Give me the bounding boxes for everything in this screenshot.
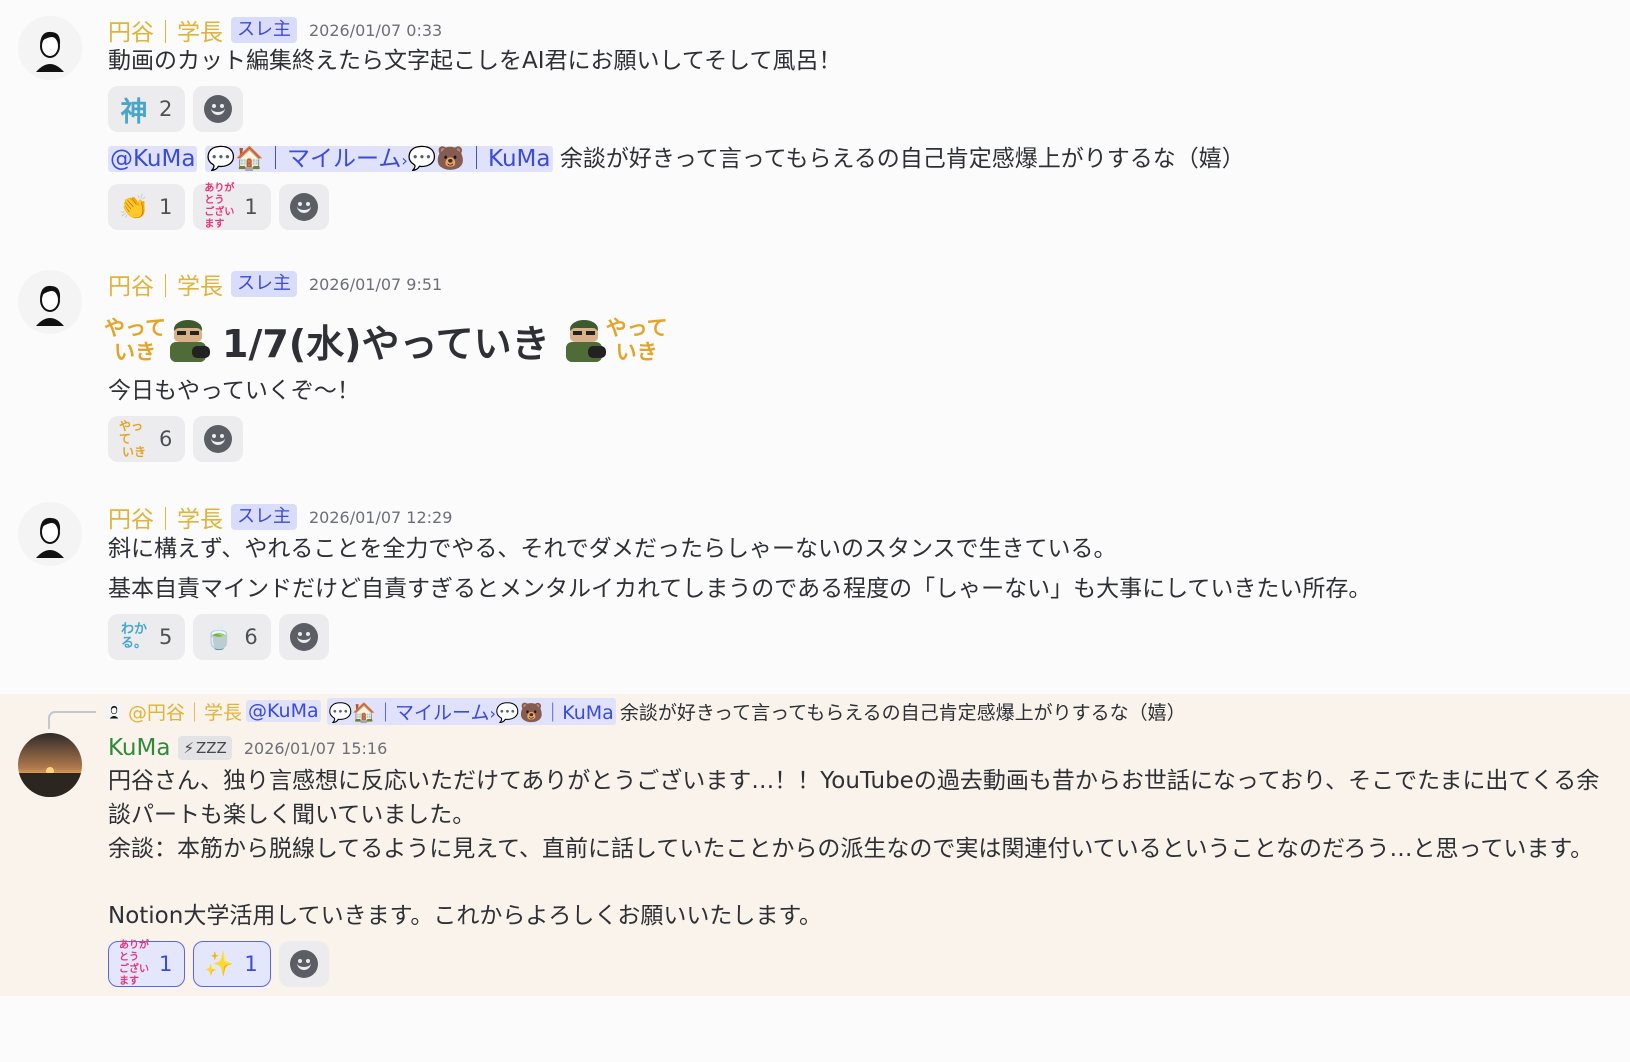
reaction-clap[interactable]: 👏 1 bbox=[108, 184, 186, 230]
thread-owner-tag: スレ主 bbox=[231, 271, 297, 297]
thread-owner-tag: スレ主 bbox=[231, 17, 297, 43]
sunset-avatar-icon bbox=[18, 733, 82, 797]
message-header: 円谷｜学長 スレ主 2026/01/07 9:51 bbox=[108, 267, 442, 301]
message-text: 円谷さん、独り言感想に反応いただけてありがとうございます…！！YouTubeの過… bbox=[108, 768, 1600, 828]
add-reaction-button[interactable] bbox=[278, 184, 329, 230]
message-header: 円谷｜学長 スレ主 2026/01/07 0:33 bbox=[108, 13, 442, 47]
yatteiki-sticker-icon: やって いき bbox=[104, 316, 166, 364]
reaction-sparkles[interactable]: ✨ 1 bbox=[193, 941, 271, 987]
followup-text: 余談が好きって言ってもらえるの自己肯定感爆上がりするな（嬉） bbox=[559, 146, 1245, 172]
status-badge: ⚡ ZZZ bbox=[178, 736, 232, 760]
reaction-count: 6 bbox=[244, 625, 258, 649]
reaction-bar: ありがとう ございます 1 ✨ 1 bbox=[108, 940, 329, 987]
reaction-arigato[interactable]: ありがとう ございます 1 bbox=[193, 183, 271, 230]
message-header: 円谷｜学長 スレ主 2026/01/07 12:29 bbox=[108, 500, 452, 534]
reaction-count: 5 bbox=[159, 625, 173, 649]
reaction-count: 6 bbox=[159, 427, 173, 451]
reaction-count: 1 bbox=[159, 195, 173, 219]
bear-icon: 🐻 bbox=[436, 146, 466, 172]
yatteiki-sticker-icon: やって いき bbox=[119, 418, 146, 459]
smile-icon bbox=[289, 950, 318, 978]
reaction-bar: 神 2 bbox=[108, 86, 244, 132]
user-mention[interactable]: @KuMa bbox=[108, 146, 198, 172]
message-text: 今日もやっていくぞ〜！ bbox=[108, 378, 360, 404]
reaction-bar: わか る。 5 🍵 6 bbox=[108, 614, 329, 660]
reaction-green-tea[interactable]: 🍵 6 bbox=[193, 614, 271, 660]
reaction-kami[interactable]: 神 2 bbox=[108, 86, 186, 132]
timestamp[interactable]: 2026/01/07 9:51 bbox=[309, 275, 442, 294]
channel-mention: 💬🏠｜マイルーム›💬🐻｜KuMa bbox=[326, 697, 616, 725]
smile-icon bbox=[204, 425, 233, 453]
reply-connector bbox=[48, 711, 96, 729]
wakaru-sticker-icon: わか る。 bbox=[120, 622, 147, 651]
clap-icon: 👏 bbox=[119, 193, 149, 221]
add-reaction-button[interactable] bbox=[193, 86, 244, 132]
add-reaction-button[interactable] bbox=[278, 941, 329, 987]
house-icon: 🏠 bbox=[235, 146, 265, 172]
smile-icon bbox=[289, 623, 318, 651]
reaction-count: 1 bbox=[244, 952, 258, 976]
user-avatar-icon bbox=[18, 270, 82, 334]
avatar[interactable] bbox=[18, 502, 82, 566]
soldier-sticker-icon bbox=[565, 320, 606, 362]
avatar[interactable] bbox=[18, 733, 82, 797]
timestamp[interactable]: 2026/01/07 12:29 bbox=[309, 508, 452, 527]
user-avatar-icon bbox=[18, 502, 82, 566]
sparkles-icon: ✨ bbox=[204, 950, 235, 978]
message-text: 斜に構えず、やれることを全力でやる、それでダメだったらしゃーないのスタンスで生き… bbox=[108, 536, 1117, 562]
reaction-count: 1 bbox=[244, 195, 258, 219]
chat-thread: 円谷｜学長 スレ主 2026/01/07 0:33 動画のカット編集終えたら文字… bbox=[0, 0, 1630, 1062]
speech-bubble-icon: 💬 bbox=[407, 146, 437, 172]
reaction-wakaru[interactable]: わか る。 5 bbox=[108, 614, 186, 660]
user-mention: @KuMa bbox=[246, 700, 321, 722]
lightning-icon: ⚡ bbox=[183, 739, 194, 757]
smile-icon bbox=[289, 193, 318, 221]
avatar[interactable] bbox=[18, 16, 82, 80]
thread-icon: 💬 bbox=[206, 146, 236, 172]
user-avatar-icon bbox=[18, 16, 82, 80]
reply-author: @円谷｜学長 bbox=[128, 701, 243, 724]
channel-mention[interactable]: 💬🏠｜マイルーム›💬🐻｜KuMa bbox=[204, 146, 553, 172]
arigato-sticker-icon: ありがとう ございます bbox=[119, 940, 149, 987]
reaction-count: 1 bbox=[159, 952, 173, 976]
arigato-sticker-icon: ありがとう ございます bbox=[204, 183, 235, 230]
message-text: 余談：本筋から脱線してるように見えて、直前に話していたことからの派生なので実は関… bbox=[108, 836, 1594, 862]
message-header: KuMa ⚡ ZZZ 2026/01/07 15:16 bbox=[108, 731, 387, 765]
message-text: 動画のカット編集終えたら文字起こしをAI君にお願いしてそして風呂！ bbox=[108, 48, 842, 74]
message-text: Notion大学活用していきます。これからよろしくお願いいたします。 bbox=[108, 903, 823, 929]
thread-icon: 💬 bbox=[328, 701, 353, 724]
house-icon: 🏠 bbox=[352, 701, 376, 724]
green-tea-icon: 🍵 bbox=[204, 623, 235, 651]
mini-avatar bbox=[104, 701, 124, 721]
author-name[interactable]: 円谷｜学長 bbox=[108, 267, 223, 301]
avatar[interactable] bbox=[18, 270, 82, 334]
reply-reference[interactable]: @円谷｜学長 @KuMa 💬🏠｜マイルーム›💬🐻｜KuMa 余談が好きって言って… bbox=[104, 697, 1186, 725]
bear-icon: 🐻 bbox=[519, 701, 544, 724]
reaction-yatteiki[interactable]: やって いき 6 bbox=[108, 416, 186, 462]
add-reaction-button[interactable] bbox=[278, 614, 329, 660]
speech-bubble-icon: 💬 bbox=[495, 701, 520, 724]
message-text: @KuMa 💬🏠｜マイルーム›💬🐻｜KuMa 余談が好きって言ってもらえるの自己… bbox=[108, 142, 1245, 178]
soldier-sticker-icon bbox=[170, 320, 210, 362]
smile-icon bbox=[204, 95, 233, 123]
reaction-arigato[interactable]: ありがとう ございます 1 bbox=[108, 940, 186, 987]
yatteiki-sticker-icon: やって いき bbox=[605, 316, 668, 364]
reaction-bar: やって いき 6 bbox=[108, 416, 244, 462]
thread-owner-tag: スレ主 bbox=[231, 504, 297, 530]
message-text: 基本自責マインドだけど自責すぎるとメンタルイカれてしまうのである程度の「しゃーな… bbox=[108, 576, 1372, 602]
timestamp[interactable]: 2026/01/07 15:16 bbox=[244, 739, 387, 758]
add-reaction-button[interactable] bbox=[193, 416, 244, 462]
reaction-count: 2 bbox=[159, 97, 173, 121]
kami-sticker-icon: 神 bbox=[120, 96, 148, 128]
author-name[interactable]: 円谷｜学長 bbox=[108, 500, 223, 534]
headline-row: やって いき 1/7(水)やっていき やって いき bbox=[104, 310, 668, 370]
headline-text: 1/7(水)やっていき bbox=[222, 321, 550, 366]
reaction-bar: 👏 1 ありがとう ございます 1 bbox=[108, 183, 329, 230]
author-name[interactable]: 円谷｜学長 bbox=[108, 13, 223, 47]
timestamp[interactable]: 2026/01/07 0:33 bbox=[309, 21, 442, 40]
user-avatar-icon bbox=[104, 701, 124, 721]
author-name[interactable]: KuMa bbox=[108, 735, 170, 761]
reply-snippet: 余談が好きって言ってもらえるの自己肯定感爆上がりするな（嬉） bbox=[619, 701, 1186, 724]
